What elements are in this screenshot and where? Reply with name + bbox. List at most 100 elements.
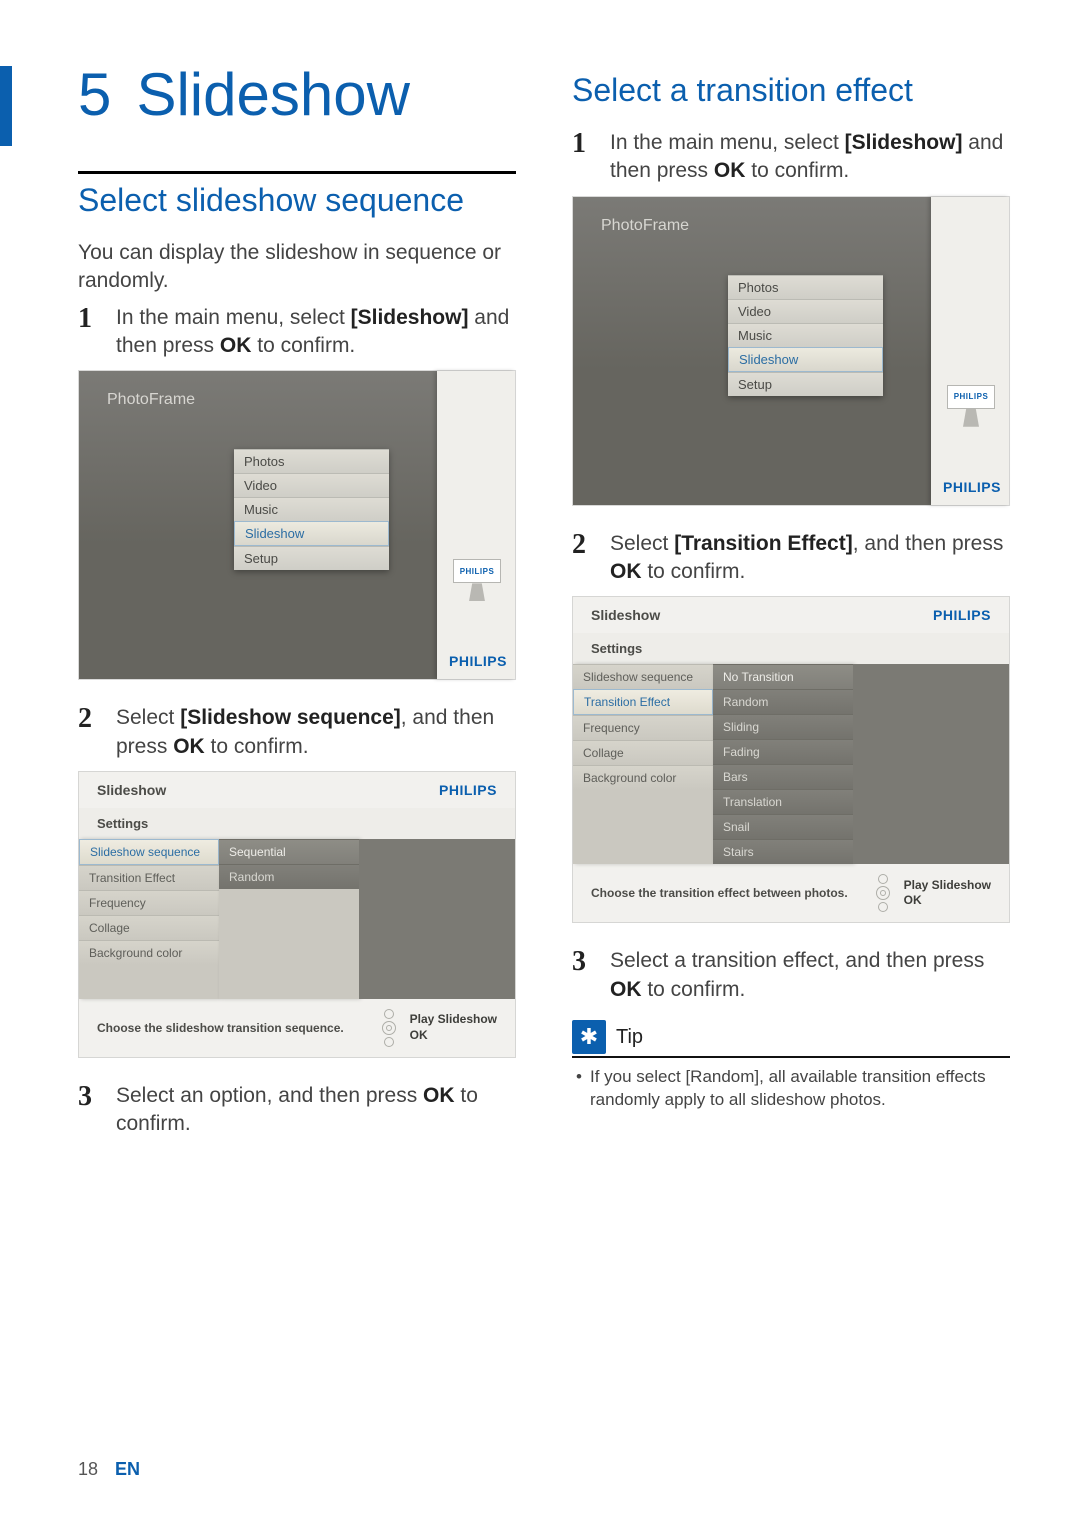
- nav-ok-icon: [876, 886, 890, 900]
- settings-item-background-color[interactable]: Background color: [79, 940, 219, 965]
- nav-glyphs: [876, 874, 890, 912]
- steps-left: 1 In the main menu, select [Slideshow] a…: [78, 304, 516, 361]
- section-heading-left: Select slideshow sequence: [78, 182, 516, 219]
- settings-subheader: Settings: [573, 633, 1009, 664]
- settings-option[interactable]: Translation: [713, 789, 853, 814]
- step-text: Select an option, and then press OK to c…: [116, 1082, 516, 1139]
- device-main-menu: Photos Video Music Slideshow Setup: [728, 275, 883, 396]
- nav-down-icon: [878, 902, 888, 912]
- left-column: 5 Slideshow Select slideshow sequence Yo…: [78, 60, 516, 1147]
- settings-item-frequency[interactable]: Frequency: [573, 715, 713, 740]
- settings-item-slideshow-sequence[interactable]: Slideshow sequence: [573, 664, 713, 689]
- step-text: In the main menu, select [Slideshow] and…: [610, 129, 1010, 186]
- settings-mid-menu: Sequential Random: [219, 839, 359, 999]
- settings-header: Slideshow: [591, 607, 660, 623]
- tip-label: Tip: [616, 1026, 643, 1049]
- tip-icon: ✱: [572, 1020, 606, 1054]
- steps-right-3: 3 Select a transition effect, and then p…: [572, 947, 1010, 1004]
- settings-option[interactable]: Sliding: [713, 714, 853, 739]
- settings-hint: Choose the slideshow transition sequence…: [97, 1021, 368, 1035]
- tip-box: ✱ Tip If you select [Random], all availa…: [572, 1020, 1010, 1112]
- chapter-accent-bar: [0, 66, 12, 146]
- settings-item-transition-effect[interactable]: Transition Effect: [573, 689, 713, 715]
- menu-item-slideshow[interactable]: Slideshow: [234, 521, 389, 546]
- device-chip: PHILIPS: [947, 385, 995, 409]
- menu-item-photos[interactable]: Photos: [234, 449, 389, 473]
- settings-option-random[interactable]: Random: [219, 864, 359, 889]
- settings-header: Slideshow: [97, 782, 166, 798]
- nav-up-icon: [878, 874, 888, 884]
- settings-option[interactable]: Fading: [713, 739, 853, 764]
- settings-option[interactable]: Bars: [713, 764, 853, 789]
- settings-item-transition-effect[interactable]: Transition Effect: [79, 865, 219, 890]
- settings-item-background-color[interactable]: Background color: [573, 765, 713, 790]
- settings-option[interactable]: Snail: [713, 814, 853, 839]
- step-number: 2: [78, 704, 100, 761]
- settings-item-collage[interactable]: Collage: [573, 740, 713, 765]
- right-column: Select a transition effect 1 In the main…: [572, 60, 1010, 1147]
- settings-item-slideshow-sequence[interactable]: Slideshow sequence: [79, 839, 219, 865]
- step-number: 3: [78, 1082, 100, 1139]
- page-number: 18: [78, 1459, 98, 1479]
- steps-right-2: 2 Select [Transition Effect], and then p…: [572, 530, 1010, 587]
- steps-left-3: 3 Select an option, and then press OK to…: [78, 1082, 516, 1139]
- nav-labels: Play Slideshow OK: [410, 1012, 497, 1043]
- device-brand: PHILIPS: [449, 653, 507, 669]
- nav-down-icon: [384, 1037, 394, 1047]
- step-number: 2: [572, 530, 594, 587]
- menu-item-video[interactable]: Video: [234, 473, 389, 497]
- menu-item-setup[interactable]: Setup: [728, 372, 883, 396]
- menu-item-setup[interactable]: Setup: [234, 546, 389, 570]
- settings-brand: PHILIPS: [933, 607, 991, 623]
- step-number: 1: [572, 129, 594, 186]
- settings-hint: Choose the transition effect between pho…: [591, 886, 862, 900]
- settings-left-menu: Slideshow sequence Transition Effect Fre…: [573, 664, 713, 864]
- settings-option[interactable]: Random: [713, 689, 853, 714]
- device-thumb-panel: [437, 371, 515, 679]
- step-text: Select [Transition Effect], and then pre…: [610, 530, 1010, 587]
- nav-ok-icon: [382, 1021, 396, 1035]
- settings-screenshot-left: Slideshow PHILIPS Settings Slideshow seq…: [78, 771, 516, 1058]
- step-text: Select [Slideshow sequence], and then pr…: [116, 704, 516, 761]
- settings-item-collage[interactable]: Collage: [79, 915, 219, 940]
- nav-up-icon: [384, 1009, 394, 1019]
- device-title: PhotoFrame: [107, 391, 195, 409]
- settings-item-frequency[interactable]: Frequency: [79, 890, 219, 915]
- page-footer: 18 EN: [78, 1459, 140, 1480]
- section-rule: [78, 171, 516, 174]
- settings-option-sequential[interactable]: Sequential: [219, 839, 359, 864]
- step-text: In the main menu, select [Slideshow] and…: [116, 304, 516, 361]
- settings-brand: PHILIPS: [439, 782, 497, 798]
- chapter-number: 5: [78, 60, 132, 129]
- chapter-title: Slideshow: [136, 60, 410, 129]
- menu-item-photos[interactable]: Photos: [728, 275, 883, 299]
- nav-labels: Play Slideshow OK: [904, 878, 991, 909]
- settings-mid-menu: No Transition Random Sliding Fading Bars…: [713, 664, 853, 864]
- menu-item-slideshow[interactable]: Slideshow: [728, 347, 883, 372]
- section-heading-right: Select a transition effect: [572, 72, 1010, 109]
- menu-item-music[interactable]: Music: [728, 323, 883, 347]
- nav-glyphs: [382, 1009, 396, 1047]
- menu-item-video[interactable]: Video: [728, 299, 883, 323]
- steps-left-2: 2 Select [Slideshow sequence], and then …: [78, 704, 516, 761]
- step-number: 3: [572, 947, 594, 1004]
- settings-screenshot-right: Slideshow PHILIPS Settings Slideshow seq…: [572, 596, 1010, 923]
- page-lang: EN: [115, 1459, 140, 1479]
- photoframe-screenshot-left: PhotoFrame Photos Video Music Slideshow …: [78, 370, 516, 680]
- page: 5 Slideshow Select slideshow sequence Yo…: [0, 0, 1080, 1207]
- settings-option[interactable]: No Transition: [713, 664, 853, 689]
- device-main-menu: Photos Video Music Slideshow Setup: [234, 449, 389, 570]
- device-title: PhotoFrame: [601, 217, 689, 235]
- photoframe-screenshot-right: PhotoFrame Photos Video Music Slideshow …: [572, 196, 1010, 506]
- tip-text: If you select [Random], all available tr…: [576, 1066, 1010, 1112]
- settings-option[interactable]: Stairs: [713, 839, 853, 864]
- settings-left-menu: Slideshow sequence Transition Effect Fre…: [79, 839, 219, 999]
- steps-right: 1 In the main menu, select [Slideshow] a…: [572, 129, 1010, 186]
- device-chip: PHILIPS: [453, 559, 501, 583]
- device-brand: PHILIPS: [943, 479, 1001, 495]
- menu-item-music[interactable]: Music: [234, 497, 389, 521]
- device-thumb-panel: [931, 197, 1009, 505]
- step-number: 1: [78, 304, 100, 361]
- settings-subheader: Settings: [79, 808, 515, 839]
- intro-text: You can display the slideshow in sequenc…: [78, 239, 516, 296]
